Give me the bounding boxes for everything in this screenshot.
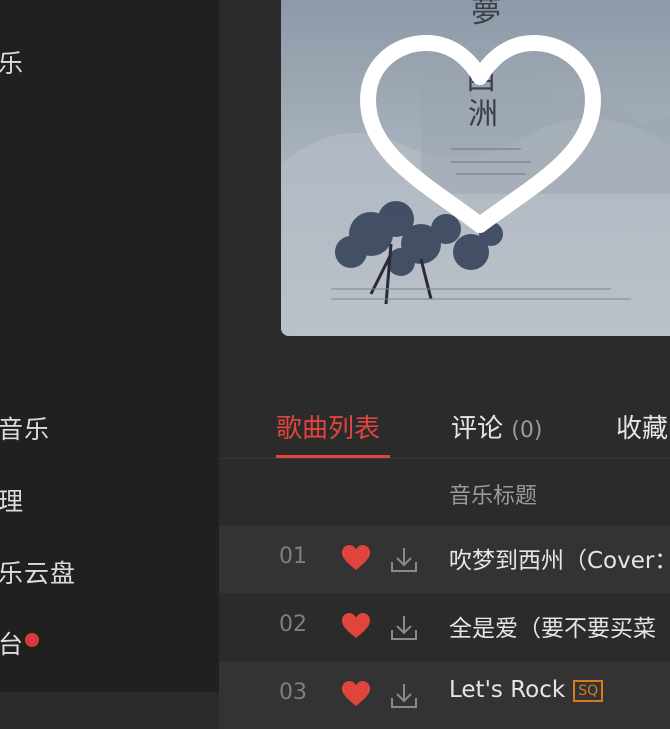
cover-text-top: 夢 — [471, 0, 501, 30]
sidebar-item-radio[interactable]: 台 — [0, 625, 24, 661]
sidebar-item-manage[interactable]: 理 — [0, 482, 24, 518]
heart-filled-icon[interactable] — [341, 612, 371, 640]
tab-comments[interactable]: 评论 (0) — [451, 408, 542, 445]
download-icon[interactable] — [389, 546, 419, 574]
tab-comments-label: 评论 — [451, 414, 504, 444]
column-header-title: 音乐标题 — [449, 484, 538, 509]
sidebar-item-music[interactable]: 乐 — [0, 44, 24, 80]
sidebar: 乐 音乐 理 乐云盘 台 — [0, 0, 219, 692]
sq-badge: SQ — [573, 679, 604, 702]
table-row[interactable]: 03 Let's Rock SQ — [219, 662, 670, 729]
heart-filled-icon[interactable] — [341, 680, 371, 708]
track-number: 03 — [279, 680, 307, 705]
track-number: 01 — [279, 544, 307, 569]
tab-collectors[interactable]: 收藏 — [616, 408, 668, 445]
tab-collectors-label: 收藏 — [616, 414, 669, 444]
tab-song-list[interactable]: 歌曲列表 — [276, 408, 380, 445]
track-title: 全是爱（要不要买菜 — [449, 616, 656, 642]
tab-comments-count: (0) — [511, 418, 543, 443]
download-icon[interactable] — [389, 614, 419, 642]
notification-dot — [25, 633, 39, 647]
sidebar-item-cloud-disk[interactable]: 乐云盘 — [0, 554, 76, 590]
track-title: Let's Rock SQ — [449, 677, 604, 703]
tabs-divider — [219, 458, 670, 459]
tab-song-list-label: 歌曲列表 — [276, 414, 381, 444]
table-row[interactable]: 02 全是爱（要不要买菜 — [219, 594, 670, 661]
track-number: 02 — [279, 612, 307, 637]
track-title: 吹梦到西州（Cover： — [449, 548, 670, 574]
track-title-text: Let's Rock — [449, 677, 566, 703]
like-heart-icon[interactable] — [358, 35, 603, 240]
table-row[interactable]: 01 吹梦到西州（Cover： — [219, 526, 670, 593]
download-icon[interactable] — [389, 682, 419, 710]
sidebar-item-local-music[interactable]: 音乐 — [0, 410, 50, 446]
heart-filled-icon[interactable] — [341, 544, 371, 572]
